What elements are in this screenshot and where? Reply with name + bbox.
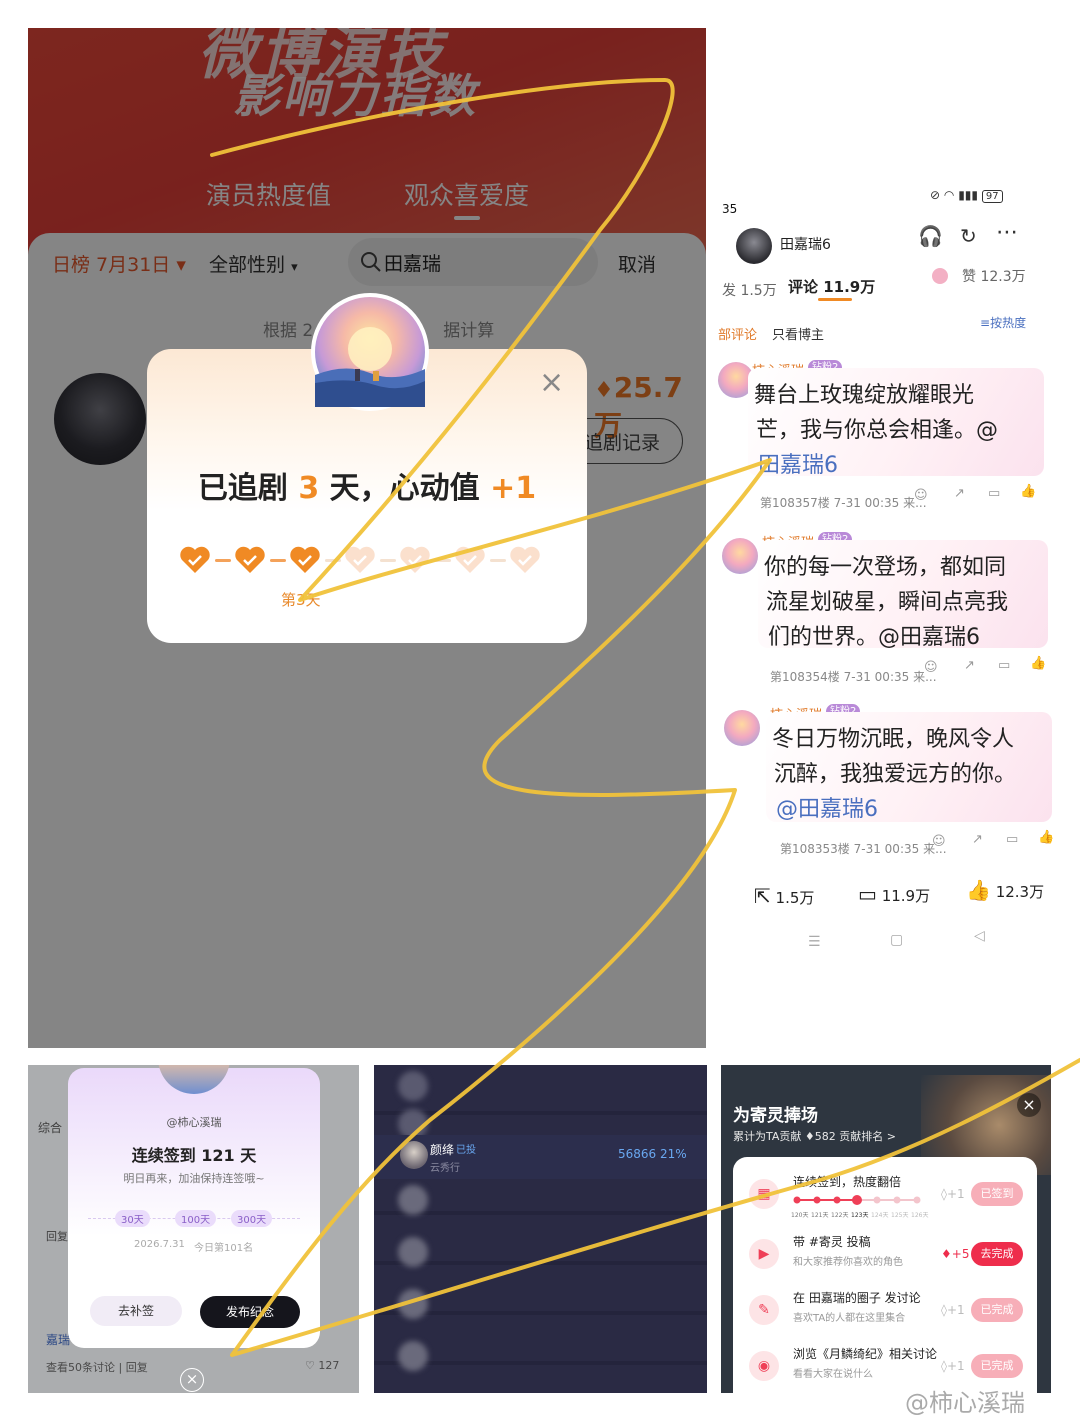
watermark: @柿心溪瑞 bbox=[905, 1389, 1025, 1417]
annotation-stroke bbox=[210, 78, 1080, 1357]
